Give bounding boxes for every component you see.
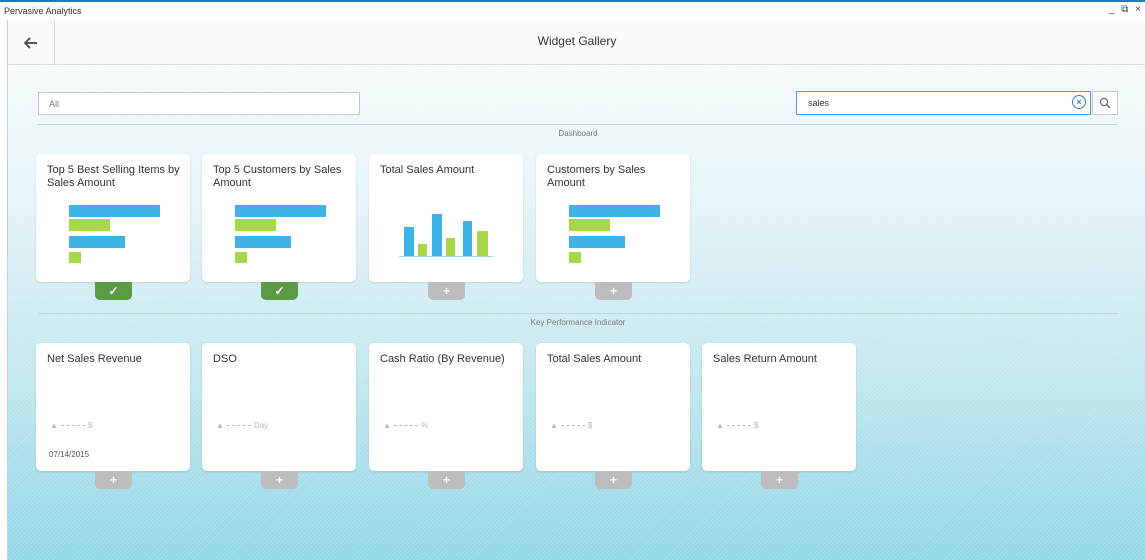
gallery-content: All sales × Dashboard Top 5 Best Selling… <box>8 65 1145 560</box>
kpi-value-placeholder: ▲ $ <box>716 421 758 430</box>
tile-title: Net Sales Revenue <box>47 353 142 365</box>
section-header-dashboard: Dashboard <box>38 124 1118 138</box>
dash-placeholder <box>60 425 85 427</box>
added-check-button[interactable]: ✓ <box>261 282 298 300</box>
add-widget-button[interactable]: + <box>95 471 132 489</box>
triangle-up-icon: ▲ <box>50 421 58 430</box>
dash-placeholder <box>726 425 751 427</box>
tile-title: Customers by Sales Amount <box>547 164 646 189</box>
add-widget-button[interactable]: + <box>261 471 298 489</box>
tile-dso[interactable]: DSO ▲ Day <box>202 343 356 471</box>
search-button[interactable] <box>1092 91 1118 115</box>
tile-customers-sales[interactable]: Customers by Sales Amount <box>536 154 690 282</box>
dash-placeholder <box>560 425 585 427</box>
page-title: Widget Gallery <box>537 34 617 48</box>
horizontal-bar-chart-icon <box>235 205 326 263</box>
tile-title: Top 5 Customers by Sales Amount <box>213 164 342 189</box>
kpi-unit: $ <box>587 421 593 430</box>
horizontal-bar-chart-icon <box>569 205 660 263</box>
tile-cash-ratio[interactable]: Cash Ratio (By Revenue) ▲% <box>369 343 523 471</box>
tile-top5-items[interactable]: Top 5 Best Selling Items by Sales Amount <box>36 154 190 282</box>
kpi-value-placeholder: ▲% <box>383 421 428 430</box>
kpi-date: 07/14/2015 <box>49 450 90 459</box>
add-widget-button[interactable]: + <box>761 471 798 489</box>
section-header-kpi: Key Performance Indicator <box>38 313 1118 327</box>
dash-placeholder <box>393 425 418 427</box>
kpi-unit: Day <box>253 421 269 430</box>
dash-placeholder <box>226 425 251 427</box>
triangle-up-icon: ▲ <box>216 421 224 430</box>
triangle-up-icon: ▲ <box>383 421 391 430</box>
magnifier-icon <box>1099 97 1111 109</box>
tile-sales-return[interactable]: Sales Return Amount ▲ $ <box>702 343 856 471</box>
horizontal-bar-chart-icon <box>69 205 160 263</box>
search-input[interactable]: sales <box>796 91 1091 115</box>
tile-title: Total Sales Amount <box>547 353 642 365</box>
added-check-button[interactable]: ✓ <box>95 282 132 300</box>
category-filter-input[interactable]: All <box>38 92 360 115</box>
clear-circle-icon[interactable]: × <box>1072 95 1086 109</box>
tile-net-sales-revenue[interactable]: Net Sales Revenue ▲ $ 07/14/2015 <box>36 343 190 471</box>
window-titlebar: Pervasive Analytics _ ⧉ × <box>0 0 1145 20</box>
tile-title: Cash Ratio (By Revenue) <box>380 353 505 365</box>
tile-kpi-total-sales[interactable]: Total Sales Amount ▲ $ <box>536 343 690 471</box>
kpi-value-placeholder: ▲ $ <box>550 421 592 430</box>
add-widget-button[interactable]: + <box>595 471 632 489</box>
window-controls[interactable]: _ ⧉ × <box>1109 4 1143 15</box>
page-header: Widget Gallery <box>8 20 1145 65</box>
kpi-unit: $ <box>753 421 759 430</box>
add-widget-button[interactable]: + <box>428 282 465 300</box>
app-title: Pervasive Analytics <box>4 6 82 16</box>
tile-total-sales[interactable]: Total Sales Amount <box>369 154 523 282</box>
app-shell: Widget Gallery All sales × Dashboard Top… <box>7 20 1145 560</box>
triangle-up-icon: ▲ <box>550 421 558 430</box>
kpi-unit: % <box>420 421 429 430</box>
tile-title: Top 5 Best Selling Items by Sales Amount <box>47 164 180 189</box>
tile-title: Sales Return Amount <box>713 353 817 365</box>
add-widget-button[interactable]: + <box>595 282 632 300</box>
tile-top5-customers[interactable]: Top 5 Customers by Sales Amount <box>202 154 356 282</box>
kpi-value-placeholder: ▲ Day <box>216 421 268 430</box>
kpi-value-placeholder: ▲ $ <box>50 421 92 430</box>
tile-title: DSO <box>213 353 237 365</box>
kpi-unit: $ <box>87 421 93 430</box>
triangle-up-icon: ▲ <box>716 421 724 430</box>
vertical-bar-chart-icon <box>399 214 493 257</box>
add-widget-button[interactable]: + <box>428 471 465 489</box>
tile-title: Total Sales Amount <box>380 164 475 176</box>
